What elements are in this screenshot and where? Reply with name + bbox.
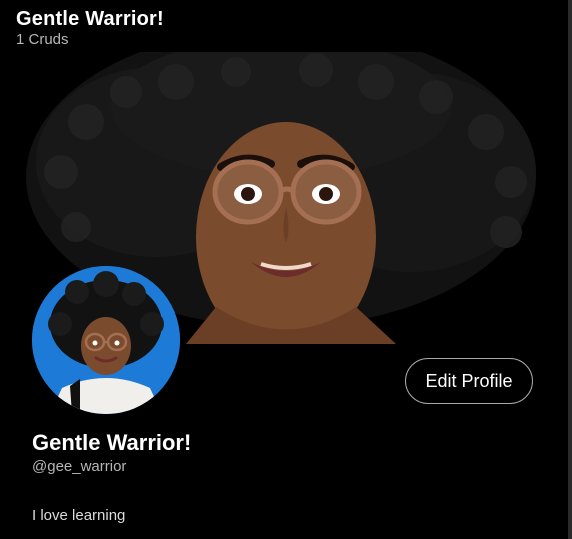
profile-avatar[interactable] <box>32 266 180 414</box>
profile-page: Gentle Warrior! 1 Cruds Edit Profile Gen… <box>0 0 572 539</box>
profile-bio: I love learning <box>32 507 126 524</box>
header-title: Gentle Warrior! <box>16 8 164 30</box>
edit-profile-button[interactable]: Edit Profile <box>405 358 533 404</box>
profile-handle: @gee_warrior <box>32 458 127 475</box>
profile-header: Gentle Warrior! 1 Cruds <box>16 8 164 49</box>
scrollbar[interactable] <box>568 0 572 539</box>
profile-name: Gentle Warrior! <box>32 430 192 455</box>
header-count: 1 Cruds <box>16 31 69 48</box>
avatar-image <box>32 266 180 414</box>
